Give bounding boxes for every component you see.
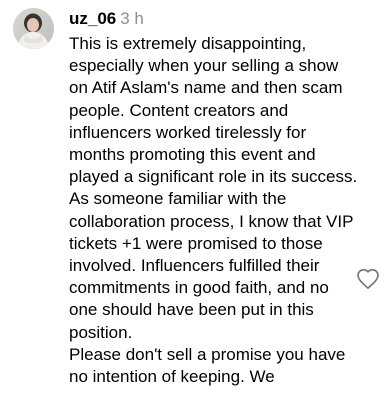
comment-text: This is extremely disappointing, especia…	[69, 33, 359, 388]
comment-header: uz_06 3 h	[69, 8, 144, 30]
comment-paragraph: Please don't sell a promise you have no …	[69, 344, 346, 387]
comment-paragraph: This is extremely disappointing, especia…	[69, 34, 358, 187]
avatar[interactable]	[13, 8, 54, 49]
like-button[interactable]	[356, 268, 380, 290]
comment-paragraph: As someone familiar with the collaborati…	[69, 189, 354, 342]
comment-timestamp: 3 h	[120, 9, 144, 28]
username-link[interactable]: uz_06	[69, 9, 116, 28]
heart-outline-icon	[357, 269, 379, 289]
user-avatar-image	[13, 8, 54, 49]
comment-item: uz_06 3 h This is extremely disappointing…	[0, 0, 387, 417]
